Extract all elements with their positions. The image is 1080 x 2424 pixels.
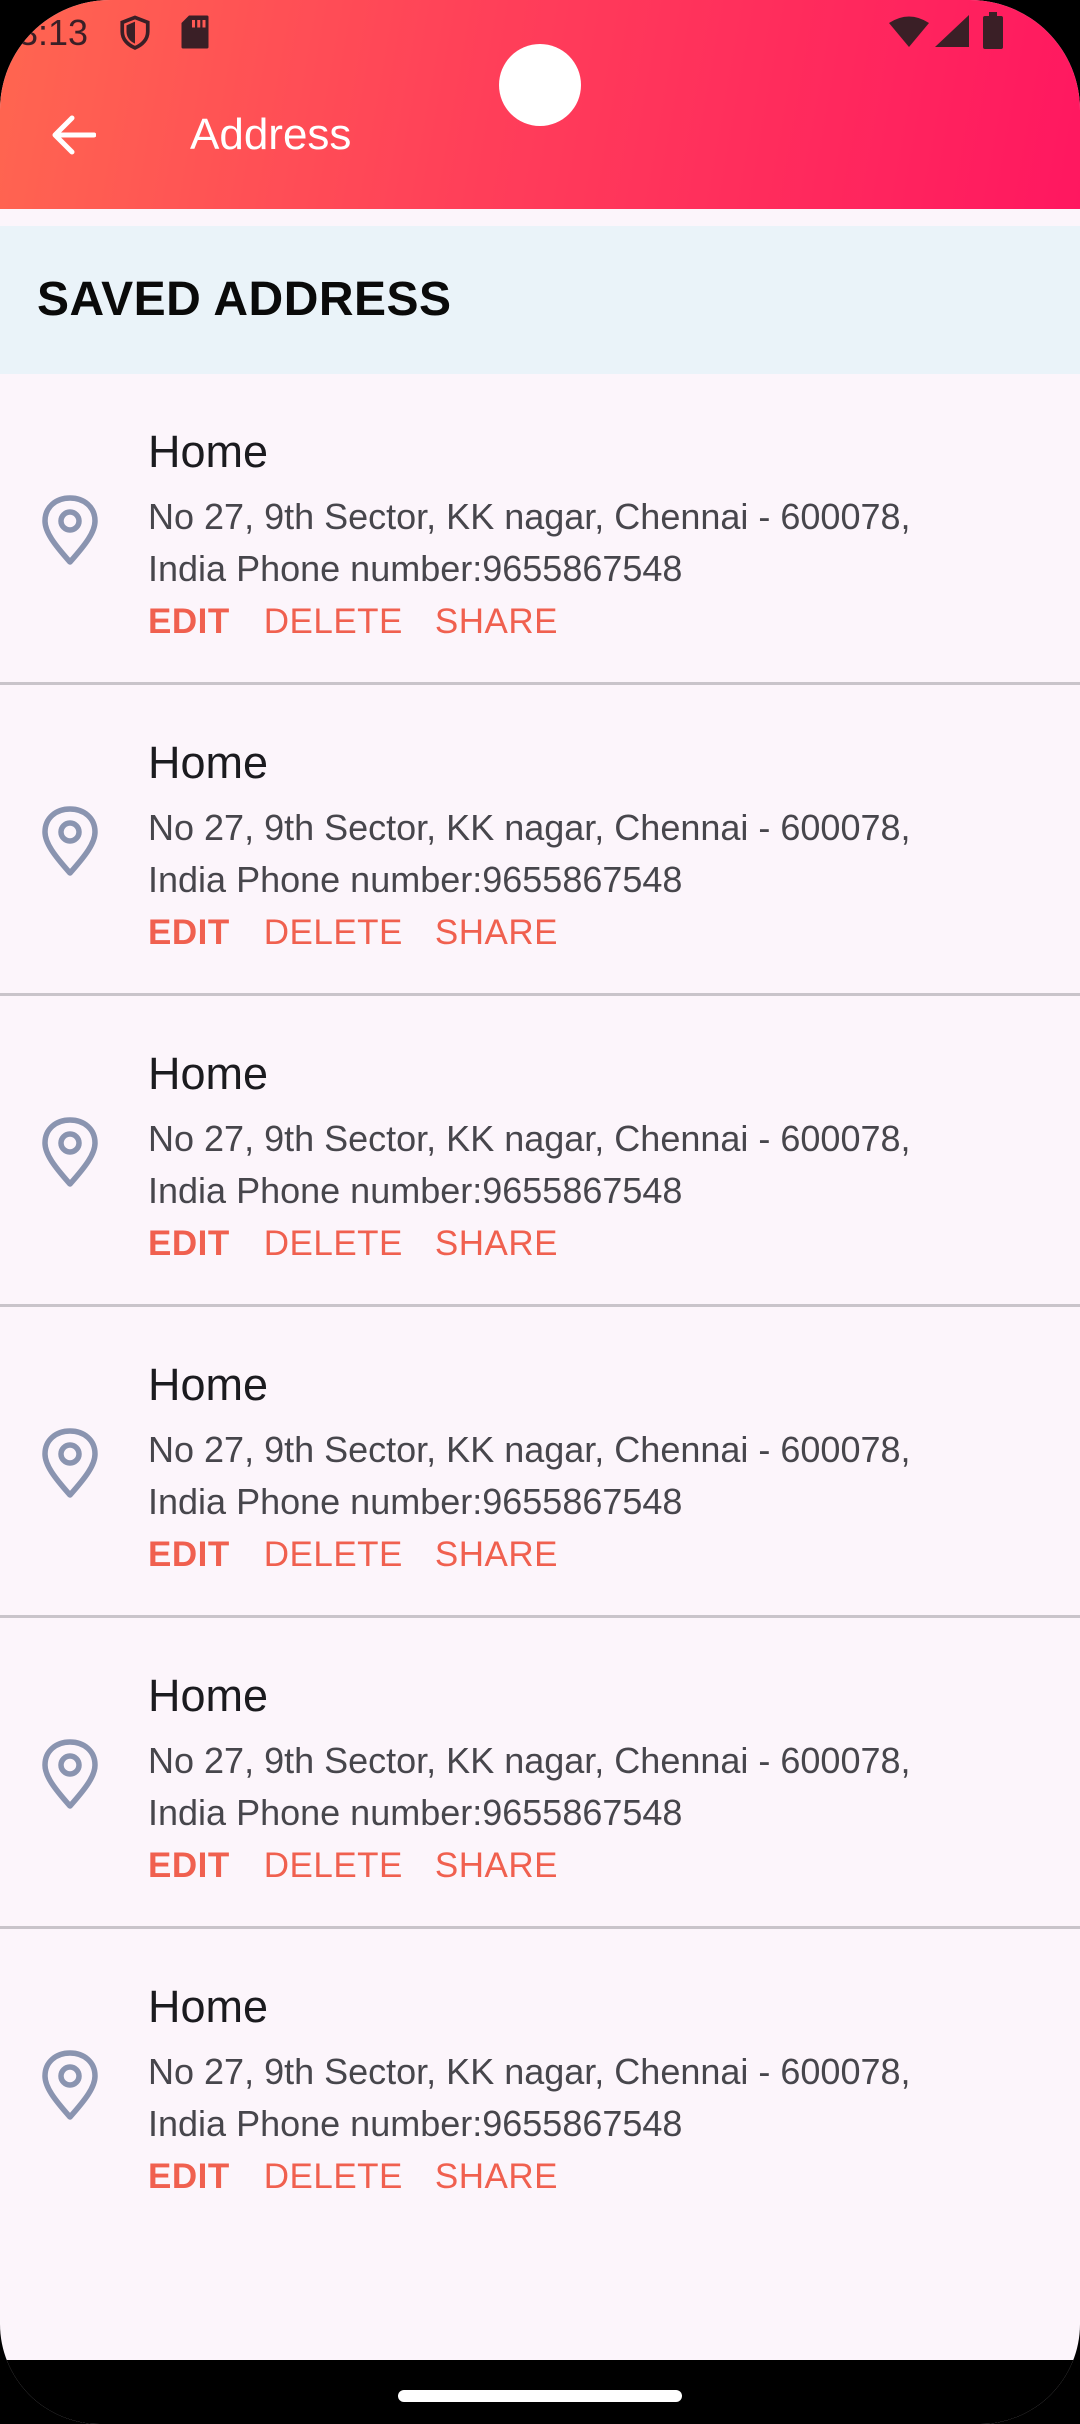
location-pin-icon [40,1427,100,1499]
section-title: SAVED ADDRESS [37,273,452,326]
edit-button[interactable]: EDIT [148,2157,230,2197]
edit-button[interactable]: EDIT [148,1846,230,1886]
address-card[interactable]: Home No 27, 9th Sector, KK nagar, Chenna… [0,685,1080,996]
address-line: No 27, 9th Sector, KK nagar, Chennai - 6… [148,2051,911,2092]
location-pin-icon [40,1738,100,1810]
cell-signal-icon [934,14,970,53]
address-phone-line: India Phone number:9655867548 [148,1481,683,1522]
share-button[interactable]: SHARE [435,913,558,953]
address-label: Home [148,1359,269,1410]
address-card[interactable]: Home No 27, 9th Sector, KK nagar, Chenna… [0,1307,1080,1618]
address-label: Home [148,1048,269,1099]
edit-button[interactable]: EDIT [148,913,230,953]
address-actions: EDIT DELETE SHARE [148,1846,558,1886]
sd-card-icon [180,14,210,55]
delete-button[interactable]: DELETE [264,2157,403,2197]
address-actions: EDIT DELETE SHARE [148,1224,558,1264]
share-button[interactable]: SHARE [435,2157,558,2197]
address-line: No 27, 9th Sector, KK nagar, Chennai - 6… [148,496,911,537]
location-pin-icon [40,494,100,566]
address-list: Home No 27, 9th Sector, KK nagar, Chenna… [0,374,1080,2240]
app-screen: 3:13 Address SAVED ADDRESS Home No 27, 9… [0,0,1080,2424]
address-card[interactable]: Home No 27, 9th Sector, KK nagar, Chenna… [0,1929,1080,2240]
share-button[interactable]: SHARE [435,1224,558,1264]
address-actions: EDIT DELETE SHARE [148,1535,558,1575]
share-button[interactable]: SHARE [435,1846,558,1886]
address-line: No 27, 9th Sector, KK nagar, Chennai - 6… [148,1740,911,1781]
edit-button[interactable]: EDIT [148,602,230,642]
back-button[interactable] [40,104,106,170]
location-pin-icon [40,1116,100,1188]
delete-button[interactable]: DELETE [264,1846,403,1886]
delete-button[interactable]: DELETE [264,602,403,642]
share-button[interactable]: SHARE [435,602,558,642]
address-actions: EDIT DELETE SHARE [148,2157,558,2197]
address-card[interactable]: Home No 27, 9th Sector, KK nagar, Chenna… [0,1618,1080,1929]
home-indicator[interactable] [398,2390,682,2402]
address-line: No 27, 9th Sector, KK nagar, Chennai - 6… [148,1429,911,1470]
section-header: SAVED ADDRESS [0,226,1080,374]
system-nav-bar [0,2360,1080,2424]
address-line: No 27, 9th Sector, KK nagar, Chennai - 6… [148,1118,911,1159]
address-card[interactable]: Home No 27, 9th Sector, KK nagar, Chenna… [0,996,1080,1307]
address-label: Home [148,426,269,477]
edit-button[interactable]: EDIT [148,1224,230,1264]
share-button[interactable]: SHARE [435,1535,558,1575]
address-phone-line: India Phone number:9655867548 [148,1170,683,1211]
address-line: No 27, 9th Sector, KK nagar, Chennai - 6… [148,807,911,848]
address-label: Home [148,737,269,788]
shield-icon [118,14,152,57]
delete-button[interactable]: DELETE [264,1224,403,1264]
location-pin-icon [40,2049,100,2121]
edit-button[interactable]: EDIT [148,1535,230,1575]
arrow-left-icon [50,115,97,160]
camera-cutout [499,44,581,126]
delete-button[interactable]: DELETE [264,913,403,953]
page-title: Address [190,110,352,159]
address-phone-line: India Phone number:9655867548 [148,2103,683,2144]
address-phone-line: India Phone number:9655867548 [148,859,683,900]
address-actions: EDIT DELETE SHARE [148,602,558,642]
location-pin-icon [40,805,100,877]
delete-button[interactable]: DELETE [264,1535,403,1575]
wifi-icon [888,16,930,53]
status-time: 3:13 [18,12,89,53]
address-phone-line: India Phone number:9655867548 [148,1792,683,1833]
app-bar: 3:13 Address [0,0,1080,209]
address-card[interactable]: Home No 27, 9th Sector, KK nagar, Chenna… [0,374,1080,685]
address-phone-line: India Phone number:9655867548 [148,548,683,589]
address-label: Home [148,1670,269,1721]
address-actions: EDIT DELETE SHARE [148,913,558,953]
address-label: Home [148,1981,269,2032]
battery-icon [982,12,1004,55]
